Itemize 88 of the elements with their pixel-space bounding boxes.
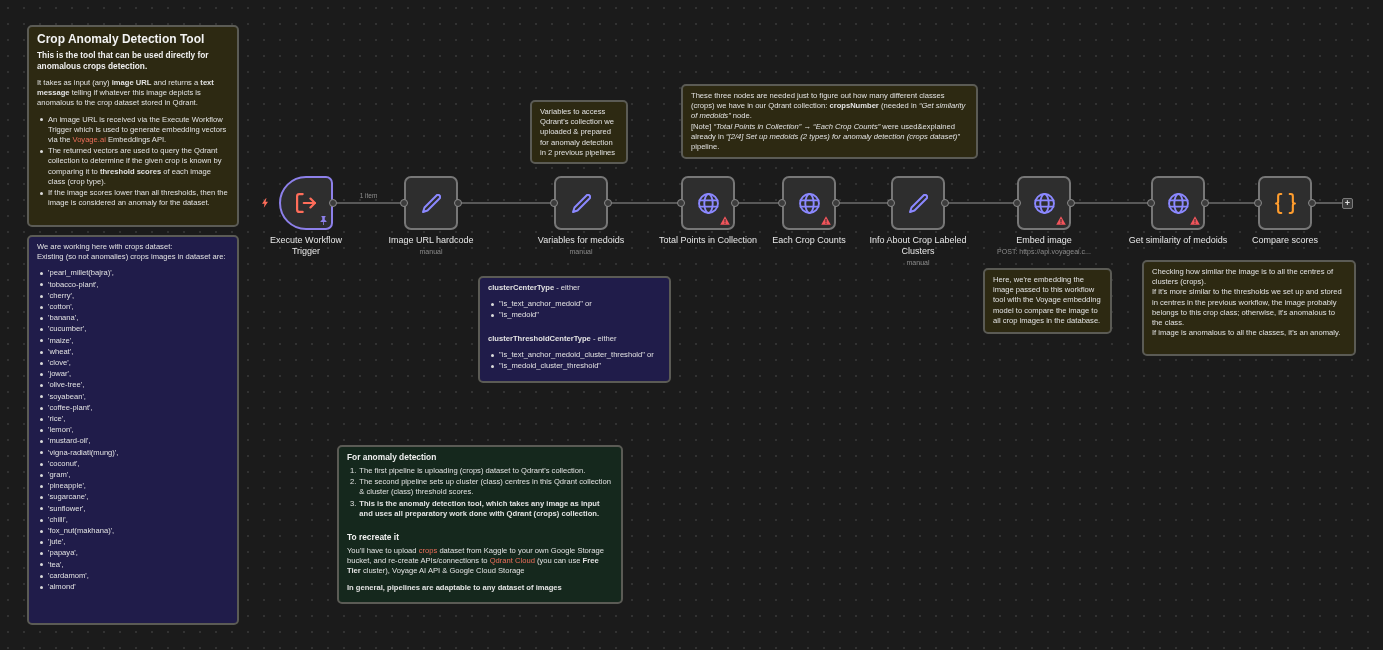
output-handle[interactable]	[832, 199, 840, 207]
bullet-icon	[40, 339, 43, 343]
bullet-icon	[40, 406, 43, 410]
connection-line	[611, 202, 678, 204]
connection-line	[336, 202, 401, 204]
input-handle[interactable]	[677, 199, 685, 207]
bullet-icon	[40, 191, 43, 195]
pencil-icon	[571, 193, 591, 213]
bullet-icon	[40, 507, 43, 511]
connection-line	[948, 202, 1014, 204]
input-handle[interactable]	[1254, 199, 1262, 207]
bullet-icon	[40, 328, 43, 332]
bullet-icon	[40, 384, 43, 388]
output-handle[interactable]	[941, 199, 949, 207]
curly-braces-icon	[1274, 192, 1296, 214]
globe-icon	[1167, 192, 1189, 214]
output-handle[interactable]	[1067, 199, 1075, 207]
input-handle[interactable]	[887, 199, 895, 207]
bullet-icon	[40, 485, 43, 489]
note-title: Crop Anomaly Detection Tool	[37, 32, 206, 47]
pin-icon	[320, 216, 327, 225]
node-label: Total Points in Collection	[658, 235, 758, 246]
bullet-icon	[40, 361, 43, 365]
bullet-icon	[40, 574, 43, 578]
input-handle[interactable]	[778, 199, 786, 207]
bullet-icon	[40, 350, 43, 354]
warning-icon	[1056, 216, 1066, 225]
node-label: Variables for medoids	[537, 235, 625, 246]
pencil-icon	[908, 193, 928, 213]
bullet-icon	[40, 585, 43, 589]
bullet-icon	[40, 496, 43, 500]
output-handle[interactable]	[604, 199, 612, 207]
bullet-icon	[40, 305, 43, 309]
bullet-icon	[40, 473, 43, 477]
input-handle[interactable]	[1013, 199, 1021, 207]
node-label: Each Crop Counts	[772, 235, 846, 246]
node-label: Info About Crop Labeled Clusters	[868, 235, 968, 257]
bullet-icon	[40, 552, 43, 556]
bullet-icon	[491, 303, 494, 306]
output-handle[interactable]	[454, 199, 462, 207]
connection-line	[1208, 202, 1255, 204]
input-handle[interactable]	[550, 199, 558, 207]
bullet-icon	[491, 353, 494, 357]
bullet-icon	[40, 373, 43, 377]
add-node-button[interactable]: +	[1342, 197, 1353, 209]
bullet-icon	[40, 451, 43, 455]
bullet-icon	[40, 563, 43, 567]
bullet-icon	[40, 462, 43, 466]
connection-line	[738, 202, 779, 204]
warning-icon	[821, 216, 831, 225]
bullet-icon	[40, 529, 43, 533]
output-handle[interactable]	[329, 199, 337, 207]
globe-icon	[697, 192, 719, 214]
bullet-icon	[491, 364, 494, 368]
bullet-icon	[40, 440, 43, 444]
bullet-icon	[40, 294, 43, 298]
bullet-icon	[40, 395, 43, 399]
output-handle[interactable]	[731, 199, 739, 207]
input-handle[interactable]	[400, 199, 408, 207]
bullet-icon	[40, 272, 43, 276]
globe-icon	[1033, 192, 1055, 214]
bullet-icon	[40, 518, 43, 522]
bullet-icon	[40, 283, 43, 287]
output-handle[interactable]	[1201, 199, 1209, 207]
lightning-icon	[262, 198, 268, 208]
bullet-icon	[491, 314, 494, 318]
bullet-icon	[40, 417, 43, 421]
note-text: This is the tool that can be used directly for anomalous crops detection.	[37, 50, 210, 72]
node-label: Image URL hardcode	[388, 235, 474, 246]
bullet-icon	[40, 317, 43, 320]
warning-icon	[720, 216, 730, 225]
node-label: Compare scores	[1252, 235, 1318, 246]
node-label: Get similarity of medoids	[1128, 235, 1228, 246]
connection-line	[839, 202, 888, 204]
note-heading: To recreate it	[347, 532, 400, 543]
output-handle[interactable]	[1308, 199, 1316, 207]
input-handle[interactable]	[1147, 199, 1155, 207]
globe-icon	[798, 192, 820, 214]
node-label: Execute Workflow Trigger	[269, 235, 343, 257]
warning-icon	[1190, 216, 1200, 225]
bullet-icon	[40, 429, 43, 433]
node-label: Embed image	[1016, 235, 1072, 246]
bullet-icon	[40, 118, 43, 122]
pencil-icon	[421, 193, 441, 213]
bullet-icon	[40, 541, 43, 545]
note-heading: For anomaly detection	[347, 452, 438, 463]
bullet-icon	[40, 150, 43, 153]
connection-line	[1315, 202, 1343, 204]
